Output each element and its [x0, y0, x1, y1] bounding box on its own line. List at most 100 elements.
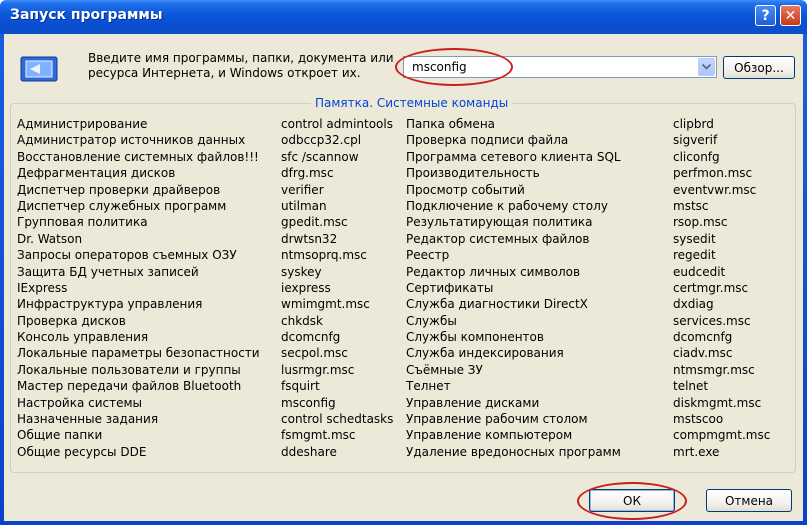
command-name: Службы	[406, 313, 457, 328]
command-value: dcomcnfg	[281, 330, 341, 345]
command-value: diskmgmt.msc	[673, 395, 762, 410]
command-name: Производительность	[406, 166, 540, 181]
command-name: Инфраструктура управления	[17, 297, 203, 312]
command-name: Управление рабочим столом	[406, 412, 588, 427]
prompt-line-2: ресурса Интернета, и Windows откроет их.	[88, 66, 361, 80]
right-names-column: Папка обмена Проверка подписи файла Програ…	[406, 116, 621, 460]
command-value: odbccp32.cpl	[281, 133, 362, 148]
command-value: cliconfg	[673, 149, 720, 164]
command-value: compmgmt.msc	[673, 428, 771, 443]
command-value: sfc /scannow	[281, 149, 359, 164]
command-combobox[interactable]: msconfig	[403, 56, 717, 78]
command-value: drwtsn32	[281, 231, 338, 246]
command-value: perfmon.msc	[673, 166, 753, 181]
command-name: Восстановление системных файлов!!!	[17, 149, 259, 164]
command-value: verifier	[281, 182, 324, 197]
command-name: Общие папки	[17, 428, 103, 443]
command-name: Дефрагментация дисков	[17, 166, 176, 181]
command-name: Просмотр событий	[406, 182, 525, 197]
command-value: msconfig	[281, 395, 336, 410]
command-name: Диспетчер проверки драйверов	[17, 182, 221, 197]
command-value: fsmgmt.msc	[281, 428, 356, 443]
command-value: dxdiag	[673, 297, 714, 312]
left-names-column: Администрирование Администратор источнико…	[17, 116, 260, 460]
command-name: Реестр	[406, 248, 450, 263]
title-bar[interactable]: Запуск программы ? ✕	[0, 0, 807, 34]
command-name: Телнет	[406, 379, 451, 394]
browse-button[interactable]: Обзор...	[723, 56, 795, 79]
command-value: lusrmgr.msc	[281, 362, 355, 377]
command-name: IExpress	[17, 280, 68, 295]
command-value: telnet	[673, 379, 709, 394]
command-name: Службы компонентов	[406, 330, 544, 345]
command-name: Служба индексирования	[406, 346, 564, 361]
command-value: fsquirt	[281, 379, 320, 394]
command-value: syskey	[281, 264, 322, 279]
dialog-body: Введите имя программы, папки, документа …	[4, 34, 803, 521]
command-value: eudcedit	[673, 264, 726, 279]
command-name: Консоль управления	[17, 330, 149, 345]
command-value: wmimgmt.msc	[281, 297, 370, 312]
command-value: chkdsk	[281, 313, 323, 328]
chevron-down-icon	[702, 64, 711, 70]
memo-groupbox: Памятка. Системные команды Администриров…	[10, 96, 796, 473]
command-name: Диспетчер служебных программ	[17, 198, 227, 213]
command-name: Проверка подписи файла	[406, 133, 569, 148]
command-name: Папка обмена	[406, 117, 496, 131]
command-name: Съёмные ЗУ	[406, 362, 483, 377]
command-value: utilman	[281, 198, 327, 213]
command-name: Сертификаты	[406, 280, 494, 295]
window-title: Запуск программы	[10, 7, 163, 23]
command-value: certmgr.msc	[673, 280, 749, 295]
help-button[interactable]: ?	[755, 5, 776, 26]
ok-button[interactable]: ОК	[589, 489, 675, 512]
command-name: Групповая политика	[17, 215, 148, 230]
command-value: regedit	[673, 248, 716, 263]
command-name: Локальные параметры безопастности	[17, 346, 260, 361]
command-name: Мастер передачи файлов Bluetooth	[17, 379, 242, 394]
command-value: mstsc	[673, 198, 709, 213]
command-name: Назначенные задания	[17, 412, 159, 427]
memo-legend: Памятка. Системные команды	[311, 96, 513, 110]
command-name: Защита БД учетных записей	[17, 264, 199, 279]
command-value: ciadv.msc	[673, 346, 733, 361]
command-name: Результатирующая политика	[406, 215, 593, 230]
command-value: dfrg.msc	[281, 166, 334, 181]
command-name: Dr. Watson	[17, 231, 83, 246]
run-program-icon	[20, 56, 58, 82]
command-value: control schedtasks	[281, 412, 394, 427]
left-commands-column: control admintools odbccp32.cpl sfc /scann…	[281, 116, 393, 460]
dropdown-button[interactable]	[698, 58, 715, 76]
command-value: rsop.msc	[673, 215, 728, 230]
command-value: control admintools	[281, 117, 393, 131]
command-value: mrt.exe	[673, 444, 720, 459]
prompt-text: Введите имя программы, папки, документа …	[88, 51, 408, 81]
prompt-line-1: Введите имя программы, папки, документа …	[88, 51, 394, 65]
command-name: Программа сетевого клиента SQL	[406, 149, 621, 164]
command-name: Администрирование	[17, 117, 148, 131]
command-value: mstscoo	[673, 412, 724, 427]
help-icon: ?	[761, 7, 770, 24]
close-icon: ✕	[784, 7, 797, 24]
command-name: Запросы операторов съемных ОЗУ	[17, 248, 237, 263]
command-name: Локальные пользователи и группы	[17, 362, 241, 377]
command-name: Общие ресурсы DDE	[17, 444, 147, 459]
cancel-button[interactable]: Отмена	[706, 489, 792, 512]
command-value: services.msc	[673, 313, 751, 328]
command-value: ntmsmgr.msc	[673, 362, 755, 377]
command-name: Управление компьютером	[406, 428, 573, 443]
command-name: Служба диагностики DirectX	[406, 297, 588, 312]
command-value: iexpress	[281, 280, 331, 295]
command-name: Администратор источников данных	[17, 133, 246, 148]
command-value: gpedit.msc	[281, 215, 348, 230]
command-value: ddeshare	[281, 444, 337, 459]
command-value: clipbrd	[673, 117, 714, 131]
command-name: Настройка системы	[17, 395, 143, 410]
command-name: Удаление вредоносных программ	[406, 444, 621, 459]
command-name: Редактор системных файлов	[406, 231, 590, 246]
command-name: Проверка дисков	[17, 313, 126, 328]
run-dialog-window: Запуск программы ? ✕ Введите имя програм…	[0, 0, 807, 525]
close-button[interactable]: ✕	[780, 5, 801, 26]
command-value: eventvwr.msc	[673, 182, 757, 197]
command-input[interactable]: msconfig	[412, 60, 467, 74]
